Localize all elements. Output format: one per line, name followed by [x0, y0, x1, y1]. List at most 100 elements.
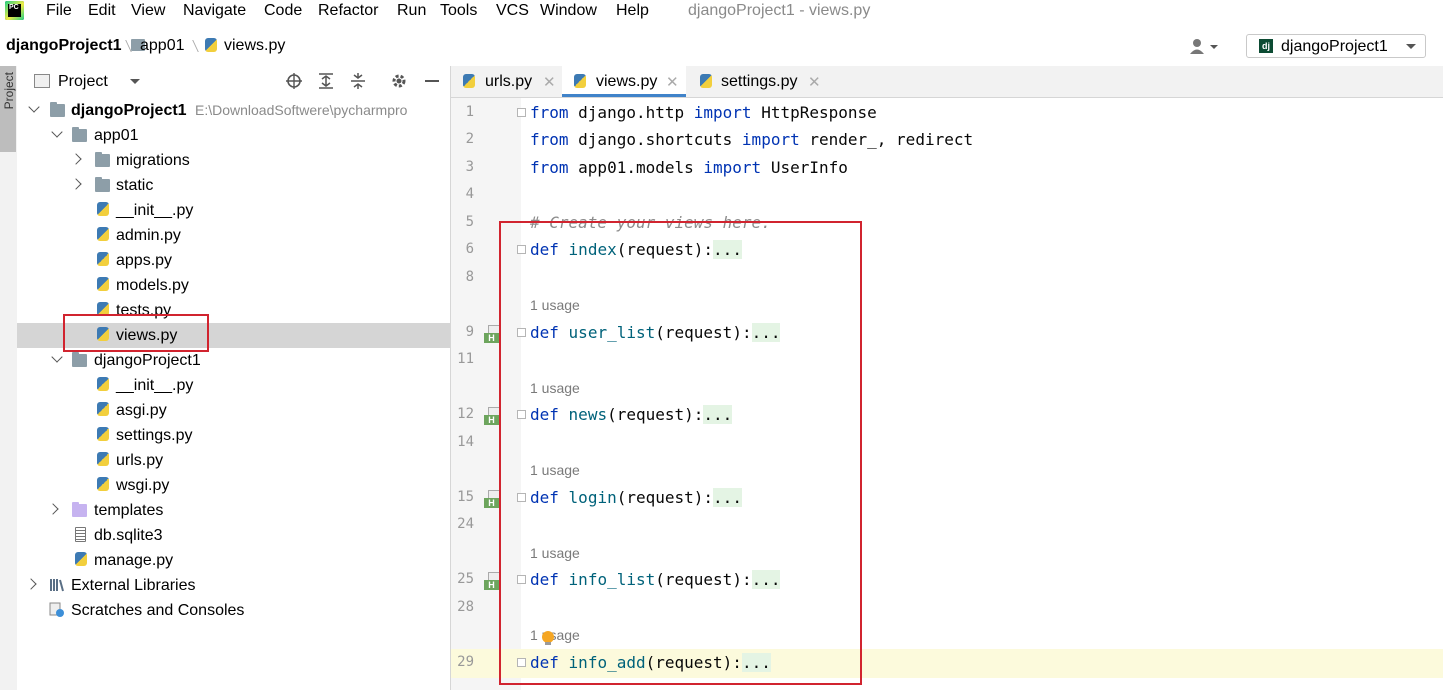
line-number: 12: [457, 406, 474, 422]
chevron-down-icon[interactable]: [129, 78, 141, 86]
tree-label: djangoProject1: [94, 352, 201, 369]
gutter-badge: H: [484, 580, 499, 590]
python-file-icon: [97, 452, 109, 466]
code-line-1[interactable]: from django.http import HttpResponse: [530, 103, 877, 123]
minimize-icon[interactable]: [425, 80, 439, 82]
tree-label: admin.py: [116, 227, 181, 244]
tree-item-db[interactable]: db.sqlite3: [17, 523, 450, 548]
tree-item-migrations[interactable]: migrations: [17, 148, 450, 173]
folder-icon: [95, 177, 110, 192]
breadcrumb-project[interactable]: djangoProject1: [6, 36, 122, 56]
tree-item-templates[interactable]: templates: [17, 498, 450, 523]
project-view-icon: [34, 74, 50, 88]
breadcrumb-app01[interactable]: app01: [140, 36, 185, 56]
project-panel-title[interactable]: Project: [58, 72, 108, 91]
folder-icon: [50, 102, 65, 117]
close-icon[interactable]: ✕: [543, 73, 556, 91]
line-number: 28: [457, 599, 474, 615]
expand-arrow-icon[interactable]: [28, 101, 40, 113]
folder-icon: [72, 352, 87, 367]
menu-help[interactable]: Help: [616, 1, 649, 21]
line-number: 3: [465, 159, 474, 175]
tree-item-pkg-init[interactable]: __init__.py: [17, 373, 450, 398]
expand-arrow-icon[interactable]: [70, 153, 82, 165]
tree-item-asgi[interactable]: asgi.py: [17, 398, 450, 423]
tab-views[interactable]: views.py ✕: [562, 66, 686, 97]
expand-arrow-icon[interactable]: [25, 578, 37, 590]
expand-arrow-icon[interactable]: [47, 503, 59, 515]
tree-label: Scratches and Consoles: [71, 602, 245, 619]
menu-navigate[interactable]: Navigate: [183, 1, 246, 21]
line-number: 9: [465, 324, 474, 340]
tree-item-djangoProject1-root[interactable]: djangoProject1 E:\DownloadSoftwere\pycha…: [17, 98, 450, 123]
project-tool-window-button[interactable]: Project: [0, 66, 16, 152]
menu-tools[interactable]: Tools: [440, 1, 477, 21]
tree-path: E:\DownloadSoftwere\pycharmpro: [195, 102, 408, 118]
tree-label: __init__.py: [116, 202, 194, 219]
tree-item-static[interactable]: static: [17, 173, 450, 198]
tree-label: static: [116, 177, 154, 194]
close-icon[interactable]: ✕: [666, 73, 679, 91]
pycharm-logo-icon: PC: [5, 1, 24, 20]
project-panel-header: Project: [17, 66, 450, 96]
scratches-icon: [49, 602, 64, 617]
close-icon[interactable]: ✕: [808, 73, 821, 91]
tree-item-scratches[interactable]: Scratches and Consoles: [17, 598, 450, 623]
highlight-box: [499, 221, 862, 685]
menu-edit[interactable]: Edit: [88, 1, 116, 21]
python-file-icon: [97, 402, 109, 416]
python-file-icon: [463, 74, 475, 88]
tree-item-models[interactable]: models.py: [17, 273, 450, 298]
tree-item-external-libraries[interactable]: External Libraries: [17, 573, 450, 598]
tab-settings[interactable]: settings.py ✕: [686, 66, 826, 97]
run-configuration-select[interactable]: dj djangoProject1: [1246, 34, 1426, 58]
import-name: UserInfo: [761, 158, 848, 177]
tree-label: wsgi.py: [116, 477, 170, 494]
python-file-icon: [97, 227, 109, 241]
module-name: django.http: [568, 103, 694, 122]
tree-item-apps[interactable]: apps.py: [17, 248, 450, 273]
tab-urls[interactable]: urls.py ✕: [451, 66, 562, 97]
line-number: 11: [457, 351, 474, 367]
keyword: import: [741, 130, 800, 149]
tree-item-wsgi[interactable]: wsgi.py: [17, 473, 450, 498]
menu-vcs[interactable]: VCS: [496, 1, 529, 21]
fold-marker-icon[interactable]: [517, 108, 526, 117]
tree-label: templates: [94, 502, 164, 519]
python-file-icon: [97, 202, 109, 216]
tree-item-manage[interactable]: manage.py: [17, 548, 450, 573]
expand-arrow-icon[interactable]: [51, 126, 63, 138]
line-number: 1: [465, 104, 474, 120]
expand-all-icon[interactable]: [317, 72, 335, 90]
tree-item-urls[interactable]: urls.py: [17, 448, 450, 473]
breadcrumb-views[interactable]: views.py: [224, 36, 285, 56]
expand-arrow-icon[interactable]: [70, 178, 82, 190]
menu-window[interactable]: Window: [540, 1, 597, 21]
python-file-icon: [97, 277, 109, 291]
menu-refactor[interactable]: Refactor: [318, 1, 378, 21]
tree-label: models.py: [116, 277, 189, 294]
chevron-down-icon: [1406, 44, 1416, 49]
line-number: 5: [465, 214, 474, 230]
tree-label: apps.py: [116, 252, 173, 269]
menu-run[interactable]: Run: [397, 1, 426, 21]
code-line-3[interactable]: from app01.models import UserInfo: [530, 158, 848, 178]
menu-file[interactable]: File: [46, 1, 72, 21]
expand-arrow-icon[interactable]: [51, 351, 63, 363]
module-name: django.shortcuts: [568, 130, 742, 149]
tree-item-admin[interactable]: admin.py: [17, 223, 450, 248]
tree-item-app01-init[interactable]: __init__.py: [17, 198, 450, 223]
line-number: 29: [457, 654, 474, 670]
keyword: from: [530, 103, 569, 122]
django-icon: dj: [1259, 39, 1273, 53]
python-file-icon: [75, 552, 87, 566]
gear-icon[interactable]: [390, 72, 408, 90]
code-line-2[interactable]: from django.shortcuts import render_, re…: [530, 130, 973, 150]
locate-icon[interactable]: [285, 72, 303, 90]
tree-item-app01[interactable]: app01: [17, 123, 450, 148]
user-account-button[interactable]: [1188, 37, 1228, 57]
menu-view[interactable]: View: [131, 1, 165, 21]
menu-code[interactable]: Code: [264, 1, 302, 21]
tree-item-settings[interactable]: settings.py: [17, 423, 450, 448]
collapse-all-icon[interactable]: [349, 72, 367, 90]
